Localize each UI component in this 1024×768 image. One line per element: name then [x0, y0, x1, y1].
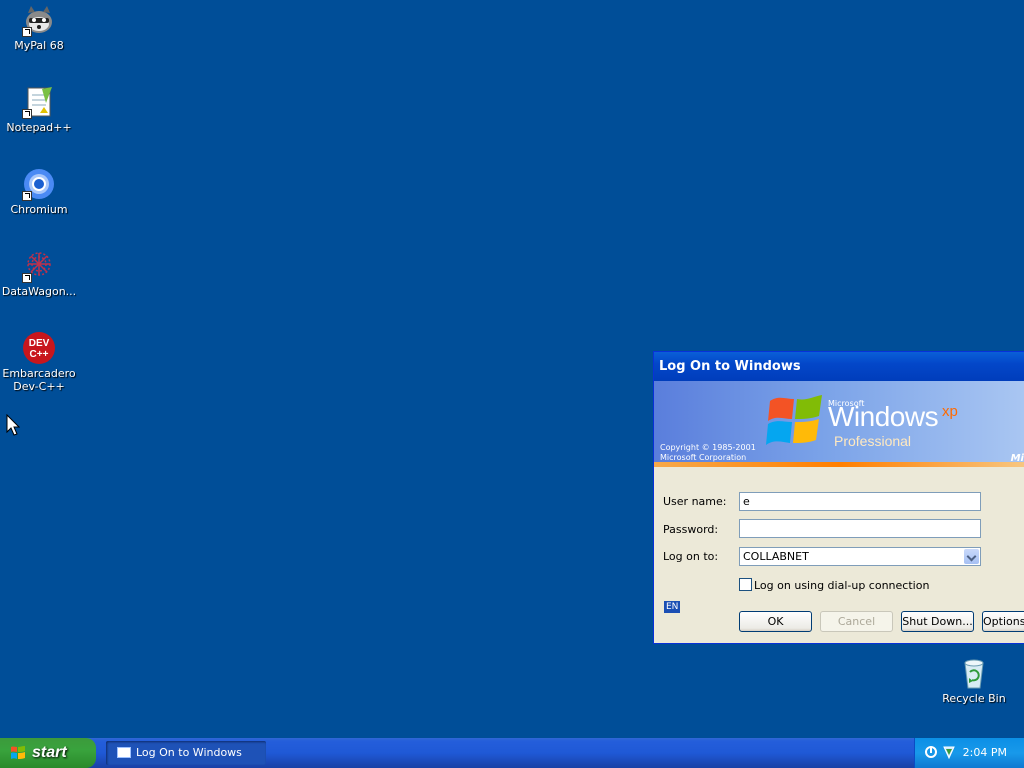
copyright-line-1: Copyright © 1985-2001: [660, 443, 756, 452]
desktop-icon-label: Chromium: [10, 203, 68, 216]
taskbar-item-label: Log On to Windows: [136, 746, 242, 759]
desktop-icon-recycle-bin[interactable]: Recycle Bin: [940, 656, 1008, 705]
shortcut-arrow-icon: [22, 109, 32, 119]
devcpp-icon: DEV C++: [22, 331, 56, 365]
banner-stripe: [654, 462, 1024, 467]
dialog-title[interactable]: Log On to Windows: [654, 352, 1024, 381]
banner-xp: xp: [942, 403, 958, 420]
password-label: Password:: [663, 523, 719, 536]
windows-flag-icon: [766, 395, 822, 445]
shortcut-arrow-icon: [22, 27, 32, 37]
window-icon: [117, 747, 131, 758]
logon-to-select[interactable]: COLLABNET: [739, 547, 981, 566]
dialup-checkbox[interactable]: [739, 578, 752, 591]
logon-to-label: Log on to:: [663, 550, 719, 563]
cancel-button[interactable]: Cancel: [820, 611, 893, 632]
username-field[interactable]: e: [739, 492, 981, 511]
desktop-icon-label: MyPal 68: [14, 39, 64, 52]
dialup-label[interactable]: Log on using dial-up connection: [754, 579, 929, 592]
chevron-down-icon[interactable]: [964, 549, 979, 564]
language-indicator[interactable]: EN: [664, 601, 681, 613]
clock[interactable]: 2:04 PM: [963, 738, 1007, 768]
svg-text:DEV: DEV: [29, 338, 50, 349]
taskbar: start Log On to Windows 2:04 PM: [0, 738, 1024, 768]
chromium-icon: [22, 167, 56, 201]
desktop-icon-devcpp[interactable]: DEV C++ Embarcadero Dev-C++: [0, 331, 78, 393]
start-label: start: [32, 744, 67, 761]
options-button[interactable]: Options: [982, 611, 1024, 632]
datawagon-icon: [22, 249, 56, 283]
logon-to-value: COLLABNET: [743, 550, 809, 563]
desktop-icon-label: Embarcadero Dev-C++: [2, 367, 76, 393]
desktop-icon-chromium[interactable]: Chromium: [0, 167, 78, 216]
taskbar-item-logon[interactable]: Log On to Windows: [106, 741, 266, 765]
system-tray: 2:04 PM: [914, 738, 1024, 768]
banner-copyright: Copyright © 1985-2001 Microsoft Corporat…: [660, 443, 756, 463]
network-tray-icon[interactable]: [924, 745, 938, 759]
password-field[interactable]: [739, 519, 981, 538]
desktop-icon-mypal[interactable]: MyPal 68: [0, 3, 78, 52]
svg-text:C++: C++: [30, 349, 49, 360]
desktop-icon-label: Notepad++: [6, 121, 72, 134]
start-button[interactable]: start: [0, 738, 96, 768]
desktop-icon-label: DataWagon...: [1, 285, 77, 298]
ok-button[interactable]: OK: [739, 611, 812, 632]
security-tray-icon[interactable]: [942, 745, 956, 759]
shortcut-arrow-icon: [22, 191, 32, 201]
notepad-icon: [22, 85, 56, 119]
desktop-icon-notepadpp[interactable]: Notepad++: [0, 85, 78, 134]
mouse-cursor-icon: [6, 414, 20, 436]
windows-logo-icon: [11, 746, 25, 759]
raccoon-icon: [22, 3, 56, 37]
banner-edition: Professional: [834, 433, 912, 449]
shutdown-button[interactable]: Shut Down...: [901, 611, 974, 632]
desktop-icon-datawagon[interactable]: DataWagon...: [0, 249, 78, 298]
windows-xp-banner: Microsoft Windows xp Professional Copyri…: [654, 381, 1024, 467]
recycle-bin-icon: [957, 656, 991, 690]
shortcut-arrow-icon: [22, 273, 32, 283]
banner-windows: Windows: [828, 401, 939, 432]
recycle-bin-label: Recycle Bin: [942, 692, 1006, 705]
username-label: User name:: [663, 495, 727, 508]
logon-dialog: Log On to Windows Microsoft Windows xp P…: [653, 351, 1024, 644]
